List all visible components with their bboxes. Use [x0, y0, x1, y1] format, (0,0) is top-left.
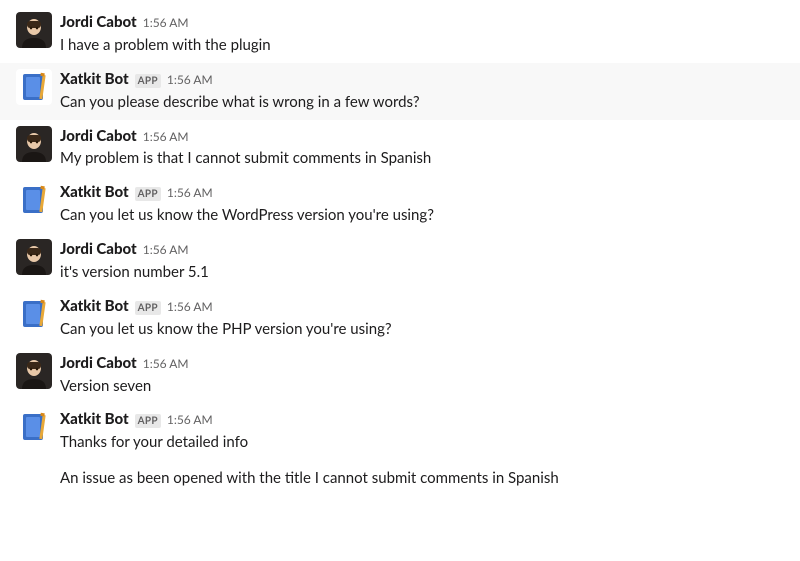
message-content: Jordi Cabot 1:56 AM Version seven	[60, 353, 780, 398]
message-text: Version seven	[60, 376, 780, 398]
message-text: Thanks for your detailed info	[60, 432, 780, 454]
message-row: Jordi Cabot 1:56 AM I have a problem with …	[0, 6, 800, 63]
timestamp[interactable]: 1:56 AM	[167, 184, 213, 202]
message-header: Jordi Cabot 1:56 AM	[60, 239, 780, 261]
message-content: Xatkit Bot APP 1:56 AM Can you let us know …	[60, 296, 780, 341]
message-content: Jordi Cabot 1:56 AM My problem is that I c…	[60, 126, 780, 171]
message-row: Jordi Cabot 1:56 AM it's version number 5.…	[0, 233, 800, 290]
timestamp[interactable]: 1:56 AM	[143, 355, 189, 373]
bot-avatar-icon[interactable]	[16, 182, 52, 218]
message-header: Xatkit Bot APP 1:56 AM	[60, 182, 780, 204]
app-badge: APP	[135, 414, 161, 428]
timestamp[interactable]: 1:56 AM	[143, 241, 189, 259]
user-avatar-icon[interactable]	[16, 12, 52, 48]
author-name[interactable]: Xatkit Bot	[60, 296, 129, 318]
message-header: Xatkit Bot APP 1:56 AM	[60, 296, 780, 318]
message-row: Xatkit Bot APP 1:56 AM Thanks for your deta…	[0, 403, 800, 496]
message-text: it's version number 5.1	[60, 262, 780, 284]
user-avatar-icon[interactable]	[16, 353, 52, 389]
message-row: Jordi Cabot 1:56 AM Version seven	[0, 347, 800, 404]
message-content: Xatkit Bot APP 1:56 AM Can you please descr…	[60, 69, 780, 114]
message-content: Xatkit Bot APP 1:56 AM Thanks for your deta…	[60, 409, 780, 490]
message-header: Jordi Cabot 1:56 AM	[60, 12, 780, 34]
message-text: Can you let us know the WordPress versio…	[60, 205, 780, 227]
timestamp[interactable]: 1:56 AM	[143, 14, 189, 32]
bot-avatar-icon[interactable]	[16, 409, 52, 445]
message-content: Jordi Cabot 1:56 AM I have a problem with …	[60, 12, 780, 57]
bot-avatar-icon[interactable]	[16, 69, 52, 105]
author-name[interactable]: Jordi Cabot	[60, 239, 137, 261]
message-text: I have a problem with the plugin	[60, 35, 780, 57]
message-row: Xatkit Bot APP 1:56 AM Can you let us know …	[0, 290, 800, 347]
message-text: My problem is that I cannot submit comme…	[60, 148, 780, 170]
timestamp[interactable]: 1:56 AM	[167, 71, 213, 89]
author-name[interactable]: Jordi Cabot	[60, 126, 137, 148]
messages-list: Jordi Cabot 1:56 AM I have a problem with …	[0, 6, 800, 496]
message-header: Xatkit Bot APP 1:56 AM	[60, 69, 780, 91]
app-badge: APP	[135, 74, 161, 88]
user-avatar-icon[interactable]	[16, 239, 52, 275]
timestamp[interactable]: 1:56 AM	[167, 411, 213, 429]
message-header: Jordi Cabot 1:56 AM	[60, 126, 780, 148]
author-name[interactable]: Xatkit Bot	[60, 182, 129, 204]
user-avatar-icon[interactable]	[16, 126, 52, 162]
message-header: Jordi Cabot 1:56 AM	[60, 353, 780, 375]
bot-avatar-icon[interactable]	[16, 296, 52, 332]
message-content: Jordi Cabot 1:56 AM it's version number 5.…	[60, 239, 780, 284]
message-content: Xatkit Bot APP 1:56 AM Can you let us know …	[60, 182, 780, 227]
author-name[interactable]: Jordi Cabot	[60, 12, 137, 34]
message-row: Jordi Cabot 1:56 AM My problem is that I c…	[0, 120, 800, 177]
message-row: Xatkit Bot APP 1:56 AM Can you please descr…	[0, 63, 800, 120]
app-badge: APP	[135, 301, 161, 315]
message-header: Xatkit Bot APP 1:56 AM	[60, 409, 780, 431]
author-name[interactable]: Jordi Cabot	[60, 353, 137, 375]
message-text: Can you let us know the PHP version you'…	[60, 319, 780, 341]
timestamp[interactable]: 1:56 AM	[167, 298, 213, 316]
author-name[interactable]: Xatkit Bot	[60, 69, 129, 91]
message-text: Can you please describe what is wrong in…	[60, 92, 780, 114]
app-badge: APP	[135, 187, 161, 201]
message-row: Xatkit Bot APP 1:56 AM Can you let us know …	[0, 176, 800, 233]
author-name[interactable]: Xatkit Bot	[60, 409, 129, 431]
message-text-secondary: An issue as been opened with the title I…	[60, 468, 780, 490]
timestamp[interactable]: 1:56 AM	[143, 128, 189, 146]
